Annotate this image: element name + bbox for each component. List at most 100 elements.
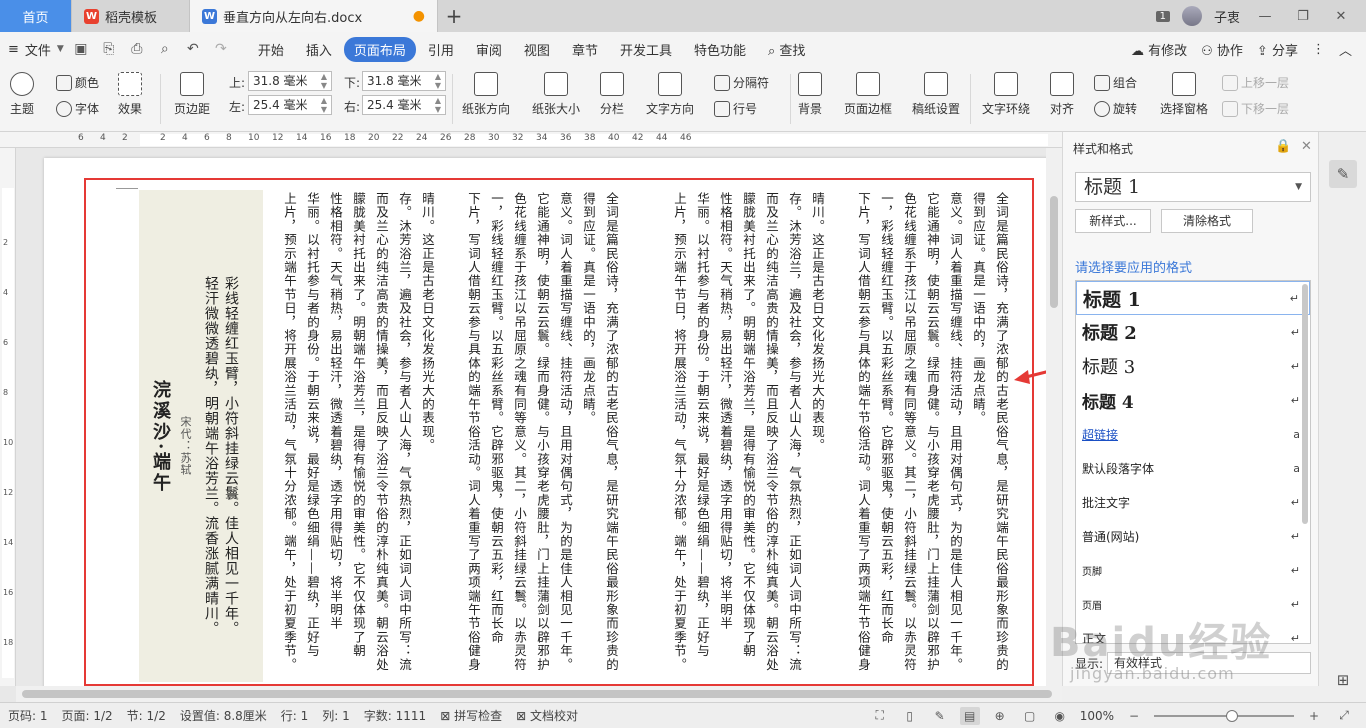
pen-icon[interactable]: ✎ <box>1329 160 1357 188</box>
zoom-level[interactable]: 100% <box>1080 709 1114 723</box>
eye-care-icon[interactable]: ◉ <box>1050 707 1070 725</box>
zoom-out-icon[interactable]: − <box>1124 707 1144 725</box>
tab-templates[interactable]: W 稻壳模板 <box>72 0 190 32</box>
style-item-heading2[interactable]: 标题 2 ↵ <box>1076 315 1310 349</box>
window-count-badge[interactable]: 1 <box>1155 10 1170 22</box>
apps-grid-icon[interactable]: ⊞ <box>1329 666 1357 694</box>
font-button[interactable]: 字体 <box>56 100 99 117</box>
style-item-heading4[interactable]: 标题 4 ↵ <box>1076 383 1310 417</box>
zoom-slider-knob[interactable] <box>1226 709 1238 722</box>
spinner-icon[interactable]: ▲ ▼ <box>435 72 441 90</box>
edit-mode-icon[interactable]: ✎ <box>930 707 950 725</box>
vertical-scrollbar[interactable] <box>1046 148 1062 686</box>
rotate-button[interactable]: 旋转 <box>1094 100 1137 117</box>
orientation-button[interactable]: 纸张方向 <box>462 72 510 117</box>
scrollbar-thumb[interactable] <box>1050 196 1058 308</box>
tab-insert[interactable]: 插入 <box>296 37 342 62</box>
vertical-ruler[interactable]: 2 4 6 8 10 12 14 16 18 <box>0 148 16 686</box>
group-button[interactable]: 组合 <box>1094 74 1137 91</box>
zoom-slider[interactable] <box>1154 709 1294 722</box>
changes-button[interactable]: ☁ 有修改 <box>1131 40 1187 59</box>
search-command[interactable]: ⌕ 查找 <box>758 37 815 62</box>
reading-mode-icon[interactable]: ▯ <box>900 707 920 725</box>
send-backward-button[interactable]: 下移一层 <box>1222 100 1289 117</box>
spinner-icon[interactable]: ▲ ▼ <box>321 72 327 90</box>
horizontal-scrollbar[interactable] <box>16 686 1062 702</box>
style-item-comment-text[interactable]: 批注文字 ↵ <box>1076 485 1310 519</box>
save-icon[interactable]: ▣ <box>70 41 92 57</box>
background-button[interactable]: 背景 <box>798 72 822 117</box>
tab-review[interactable]: 审阅 <box>466 37 512 62</box>
effect-button[interactable]: 效果 <box>118 72 142 117</box>
close-icon[interactable]: ✕ <box>1328 9 1354 24</box>
spinner-icon[interactable]: ▲ ▼ <box>435 96 441 114</box>
page-number[interactable]: 页码: 1 <box>8 707 48 724</box>
lock-icon[interactable]: 🔒 <box>1275 139 1291 154</box>
tab-view[interactable]: 视图 <box>514 37 560 62</box>
left-margin-field[interactable]: 25.4 毫米 ▲ ▼ <box>248 95 332 115</box>
tab-document[interactable]: W 垂直方向从左向右.docx ● <box>190 0 438 32</box>
spell-check-button[interactable]: ⊠ 拼写检查 <box>440 707 502 724</box>
style-item-normal-web[interactable]: 普通(网站) ↵ <box>1076 519 1310 553</box>
tab-features[interactable]: 特色功能 <box>684 37 756 62</box>
style-item-heading1[interactable]: 标题 1 ↵ <box>1076 281 1310 315</box>
share-button[interactable]: ⇪ 分享 <box>1257 40 1298 59</box>
chevron-down-icon[interactable]: ▼ <box>57 44 64 54</box>
theme-button[interactable]: 主题 <box>10 72 34 117</box>
redo-icon[interactable]: ↷ <box>210 41 232 57</box>
new-tab-button[interactable]: + <box>438 0 470 32</box>
tab-references[interactable]: 引用 <box>418 37 464 62</box>
separator-button[interactable]: 分隔符 <box>714 74 769 91</box>
doc-proof-button[interactable]: ⊠ 文档校对 <box>516 707 578 724</box>
row-number[interactable]: 行: 1 <box>281 707 309 724</box>
fullscreen-icon[interactable]: ⛶ <box>870 707 890 725</box>
undo-icon[interactable]: ↶ <box>182 41 204 57</box>
file-menu[interactable]: 文件 <box>25 40 51 59</box>
paper-size-button[interactable]: 纸张大小 <box>532 72 580 117</box>
user-name[interactable]: 子衷 <box>1214 7 1240 26</box>
tab-section[interactable]: 章节 <box>562 37 608 62</box>
top-margin-field[interactable]: 31.8 毫米 ▲ ▼ <box>248 71 332 91</box>
print-preview-icon[interactable]: ⌕ <box>154 41 176 57</box>
export-icon[interactable]: ⎘ <box>98 41 120 57</box>
hamburger-icon[interactable]: ≡ <box>8 42 19 57</box>
style-list-scrollbar[interactable] <box>1302 284 1308 524</box>
color-button[interactable]: 颜色 <box>56 74 99 91</box>
fit-page-icon[interactable]: ⤢ <box>1334 707 1354 725</box>
collaborate-button[interactable]: ⚇ 协作 <box>1201 40 1243 59</box>
tab-developer[interactable]: 开发工具 <box>610 37 682 62</box>
manuscript-button[interactable]: 稿纸设置 <box>912 72 960 117</box>
collapse-ribbon-icon[interactable]: ︿ <box>1339 40 1352 59</box>
close-icon[interactable]: ✕ <box>1301 139 1312 154</box>
style-item-heading3[interactable]: 标题 3 ↵ <box>1076 349 1310 383</box>
columns-button[interactable]: 分栏 <box>600 72 624 117</box>
current-style-select[interactable]: 标题 1 ▼ <box>1075 172 1311 202</box>
bring-forward-button[interactable]: 上移一层 <box>1222 74 1289 91</box>
panel-title[interactable]: 样式和格式 <box>1073 140 1133 157</box>
section-count[interactable]: 节: 1/2 <box>127 707 166 724</box>
clear-format-button[interactable]: 清除格式 <box>1161 209 1253 233</box>
tab-home[interactable]: 首页 <box>0 0 72 32</box>
new-style-button[interactable]: 新样式... <box>1075 209 1151 233</box>
margin-button[interactable]: 页边距 <box>174 72 210 117</box>
outline-view-icon[interactable]: ▢ <box>1020 707 1040 725</box>
setting-value[interactable]: 设置值: 8.8厘米 <box>180 707 267 724</box>
select-pane-button[interactable]: 选择窗格 <box>1160 72 1208 117</box>
style-list[interactable]: 标题 1 ↵ 标题 2 ↵ 标题 3 ↵ 标题 4 ↵ 超链接 a 默认段落字体… <box>1075 280 1311 644</box>
document-area[interactable]: 彩线轻缠红玉臂，小符斜挂绿云鬟。佳人相见一千年。 轻汗微微透碧纨，明朝端午浴芳兰… <box>16 148 1046 686</box>
col-number[interactable]: 列: 1 <box>322 707 350 724</box>
spinner-icon[interactable]: ▲ ▼ <box>321 96 327 114</box>
style-item-footer[interactable]: 页脚 ↵ <box>1076 553 1310 587</box>
text-direction-button[interactable]: 文字方向 <box>646 72 694 117</box>
align-button[interactable]: 对齐 <box>1050 72 1074 117</box>
horizontal-ruler[interactable]: 6 4 2 2 4 6 8 10 12 14 16 18 20 22 24 26… <box>0 132 1062 148</box>
text-wrap-button[interactable]: 文字环绕 <box>982 72 1030 117</box>
page-border-button[interactable]: 页面边框 <box>844 72 892 117</box>
avatar[interactable] <box>1181 6 1202 26</box>
right-margin-field[interactable]: 25.4 毫米 ▲ ▼ <box>362 95 446 115</box>
document-page[interactable]: 彩线轻缠红玉臂，小符斜挂绿云鬟。佳人相见一千年。 轻汗微微透碧纨，明朝端午浴芳兰… <box>44 158 1046 686</box>
style-item-hyperlink[interactable]: 超链接 a <box>1076 417 1310 451</box>
style-item-default-font[interactable]: 默认段落字体 a <box>1076 451 1310 485</box>
web-view-icon[interactable]: ⊕ <box>990 707 1010 725</box>
zoom-in-icon[interactable]: + <box>1304 707 1324 725</box>
